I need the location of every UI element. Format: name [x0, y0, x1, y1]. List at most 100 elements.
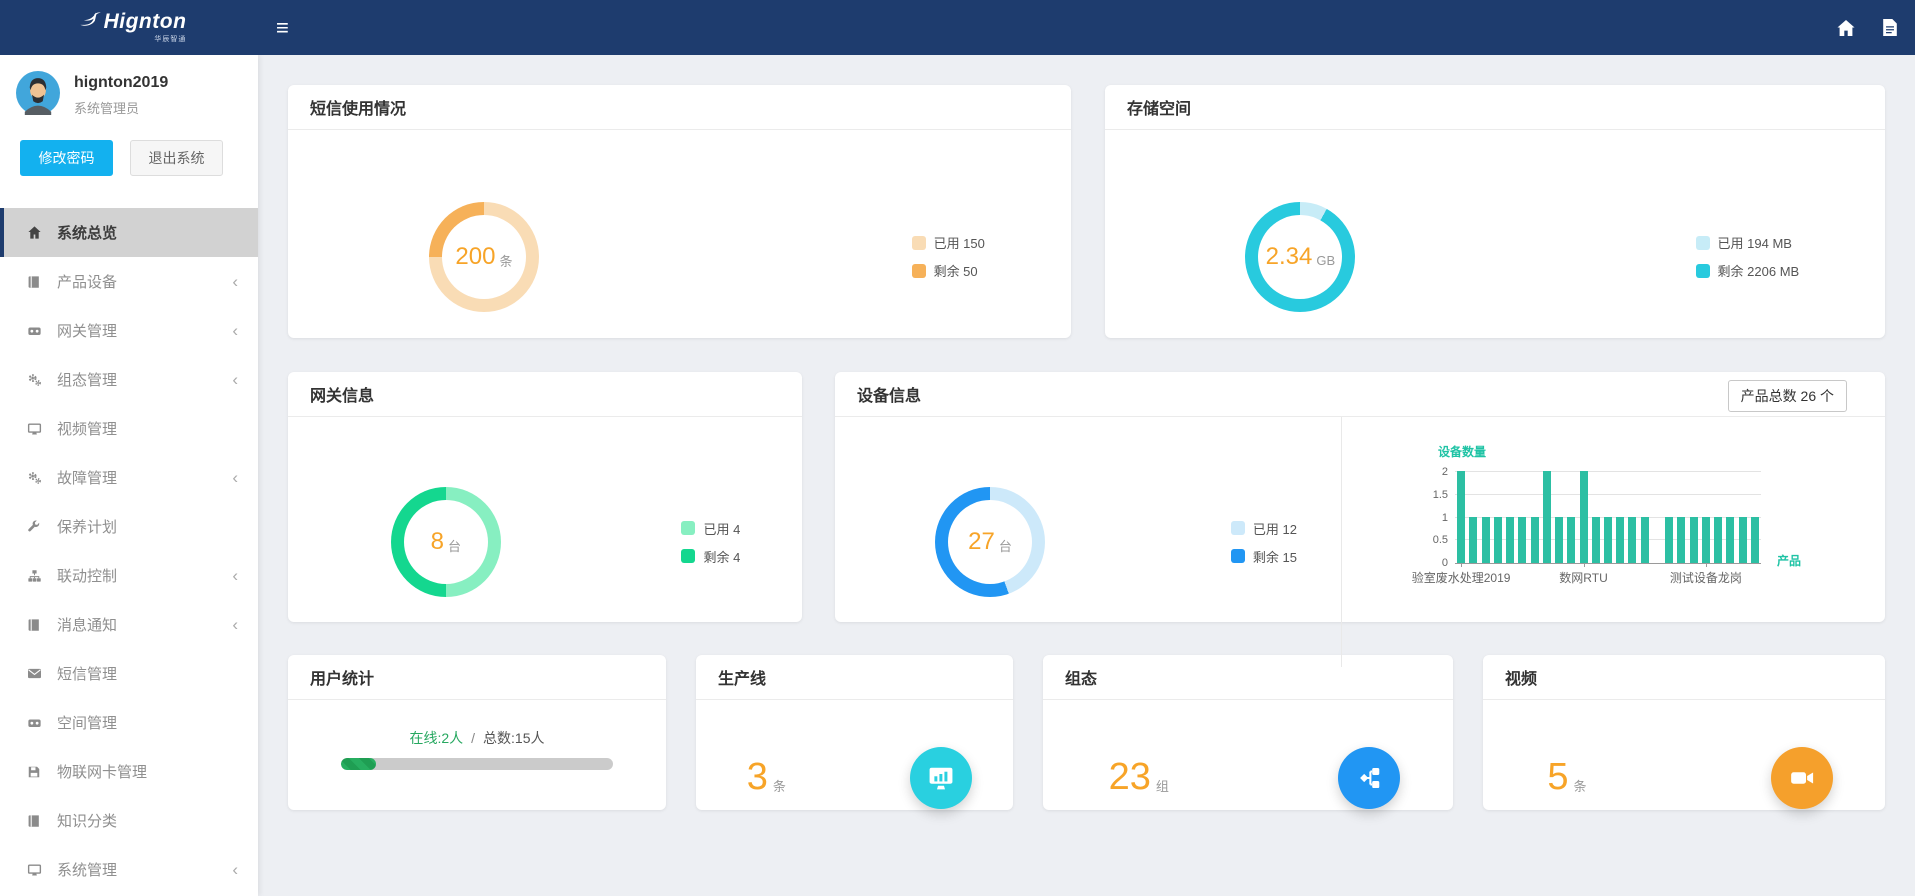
sidebar-item-label: 网关管理: [57, 320, 117, 341]
gears-icon: [24, 372, 44, 387]
legend-item: 剩余 15: [1231, 547, 1297, 566]
gears-icon: [24, 470, 44, 485]
production-line-count: 3: [747, 756, 768, 799]
sidebar-item-组态管理[interactable]: 组态管理‹: [0, 355, 258, 404]
production-line-card: 生产线 3 条: [696, 655, 1013, 810]
sidebar: hignton2019 系统管理员 修改密码 退出系统 系统总览产品设备‹网关管…: [0, 55, 258, 896]
sidebar-item-label: 视频管理: [57, 418, 117, 439]
gateway-card: 网关信息 8 台 已用 4剩余 4: [288, 372, 802, 622]
sidebar-item-label: 产品设备: [57, 271, 117, 292]
bar: [1580, 471, 1588, 563]
sidebar-item-产品设备[interactable]: 产品设备 ‹: [0, 257, 258, 306]
sidebar-item-知识分类[interactable]: 知识分类: [0, 796, 258, 845]
card-title: 视频: [1505, 665, 1537, 689]
avatar: [16, 71, 60, 120]
sidebar-item-label: 系统管理: [57, 859, 117, 880]
sms-donut-chart: 200 条: [429, 202, 539, 312]
bar: [1457, 471, 1465, 563]
sidebar-item-网关管理[interactable]: 网关管理 ‹: [0, 306, 258, 355]
sidebar-item-label: 短信管理: [57, 663, 117, 684]
device-count-bar-chart: 设备数量 00.511.52验室废水处理2019数网RTU测试设备龙岗产品: [1342, 417, 1885, 667]
bar: [1641, 517, 1649, 563]
sidebar-item-空间管理[interactable]: 空间管理: [0, 698, 258, 747]
legend-item: 已用 194 MB: [1696, 233, 1800, 252]
card-title: 设备信息: [857, 382, 921, 406]
envelope-icon: [24, 667, 44, 680]
bar: [1482, 517, 1490, 563]
sidebar-item-保养计划[interactable]: 保养计划: [0, 502, 258, 551]
bar: [1531, 517, 1539, 563]
hamburger-menu-icon[interactable]: ≡: [276, 17, 289, 39]
sidebar-item-label: 故障管理: [57, 467, 117, 488]
legend-item: 已用 150: [912, 233, 985, 252]
legend-item: 已用 4: [681, 519, 740, 538]
sms-total: 200: [455, 243, 495, 271]
book-icon: [24, 275, 44, 289]
sidebar-item-短信管理[interactable]: 短信管理: [0, 649, 258, 698]
legend-item: 剩余 50: [912, 261, 985, 280]
chevron-icon: ‹: [232, 272, 238, 292]
sidebar-item-label: 知识分类: [57, 810, 117, 831]
brand-subtitle: 华辰智通: [104, 34, 187, 44]
device-total: 27: [968, 528, 995, 556]
change-password-button[interactable]: 修改密码: [20, 140, 113, 176]
antelope-logo-icon: [72, 11, 102, 44]
bar: [1714, 517, 1722, 563]
sidebar-item-label: 保养计划: [57, 516, 117, 537]
sms-usage-card: 短信使用情况 200 条 已用 150剩余 50: [288, 85, 1071, 338]
bar: [1677, 517, 1685, 563]
floppy-icon: [24, 765, 44, 779]
topbar: Hignton 华辰智通 ≡: [0, 0, 1915, 55]
gateway-legend: 已用 4 剩余 4: [681, 519, 740, 566]
brand-logo[interactable]: Hignton 华辰智通: [0, 0, 258, 55]
chevron-icon: ‹: [232, 321, 238, 341]
video-camera-icon: [1771, 747, 1833, 809]
sidebar-item-系统管理[interactable]: 系统管理 ‹: [0, 845, 258, 894]
y-tick-label: 1.5: [1433, 489, 1448, 501]
legend-item: 剩余 4: [681, 547, 740, 566]
sidebar-item-label: 系统总览: [57, 222, 117, 243]
home-icon[interactable]: [1837, 20, 1855, 36]
sidebar-item-消息通知[interactable]: 消息通知‹: [0, 600, 258, 649]
gateway-donut-chart: 8 台: [391, 487, 501, 597]
bar: [1494, 517, 1502, 563]
device-legend: 已用 12剩余 15: [1231, 519, 1297, 566]
card-title: 组态: [1065, 665, 1097, 689]
sidebar-item-物联网卡管理[interactable]: 物联网卡管理: [0, 747, 258, 796]
bar: [1702, 517, 1710, 563]
storage-total: 2.34: [1266, 243, 1313, 271]
video-count: 5: [1547, 756, 1568, 799]
sidebar-item-联动控制[interactable]: 联动控制‹: [0, 551, 258, 600]
sms-legend: 已用 150 剩余 50: [912, 233, 985, 280]
bar: [1592, 517, 1600, 563]
sidebar-item-视频管理[interactable]: 视频管理: [0, 404, 258, 453]
monitor-chart-icon: [910, 747, 972, 809]
scada-count: 23: [1109, 756, 1151, 799]
logout-button[interactable]: 退出系统: [130, 140, 223, 176]
product-total-button[interactable]: 产品总数 26 个: [1728, 380, 1847, 412]
user-stats-card: 用户统计 在线:2人/总数:15人: [288, 655, 666, 810]
device-donut-chart: 27 台: [935, 487, 1045, 597]
card-title: 用户统计: [310, 665, 374, 689]
sidebar-item-label: 空间管理: [57, 712, 117, 733]
storage-card: 存储空间 2.34 GB 已用 194 MB剩余 2206 MB: [1105, 85, 1885, 338]
hdd-icon: [24, 324, 44, 338]
sidebar-item-系统总览[interactable]: 系统总览: [0, 208, 258, 257]
bar: [1726, 517, 1734, 563]
sidebar-item-故障管理[interactable]: 故障管理‹: [0, 453, 258, 502]
bar: [1567, 517, 1575, 563]
x-tick-label: 测试设备龙岗: [1670, 569, 1742, 586]
chevron-icon: ‹: [232, 566, 238, 586]
document-icon[interactable]: [1883, 19, 1897, 36]
sitemap-icon: [24, 569, 44, 583]
sidebar-item-label: 消息通知: [57, 614, 117, 635]
video-card: 视频 5 条: [1483, 655, 1885, 810]
wrench-icon: [24, 520, 44, 534]
bar: [1506, 517, 1514, 563]
x-tick-label: 验室废水处理2019: [1412, 569, 1511, 586]
bar: [1604, 517, 1612, 563]
storage-legend: 已用 194 MB剩余 2206 MB: [1696, 233, 1800, 280]
chevron-icon: ‹: [232, 860, 238, 880]
home-icon: [24, 225, 44, 240]
sidebar-item-label: 物联网卡管理: [57, 761, 147, 782]
